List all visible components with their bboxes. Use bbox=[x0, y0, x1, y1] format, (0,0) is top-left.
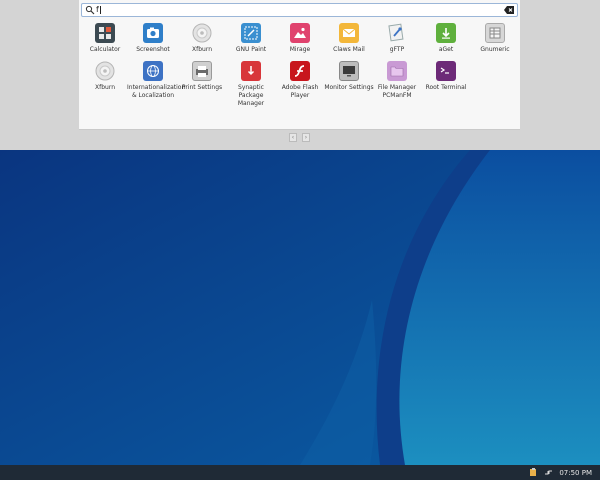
folder-icon bbox=[387, 61, 407, 81]
camera-icon bbox=[143, 23, 163, 43]
taskbar: 07:50 PM bbox=[0, 465, 600, 480]
app-xfburn-2[interactable]: Xfburn bbox=[79, 61, 131, 92]
app-print-settings[interactable]: Print Settings bbox=[176, 61, 228, 92]
app-label: Internationalization & Localization bbox=[127, 84, 186, 99]
app-label: Print Settings bbox=[181, 84, 223, 91]
monitor-icon bbox=[339, 61, 359, 81]
wallpaper-curves bbox=[0, 150, 600, 465]
terminal-icon bbox=[436, 61, 456, 81]
app-monitor-settings[interactable]: Monitor Settings bbox=[323, 61, 375, 92]
app-claws-mail[interactable]: Claws Mail bbox=[323, 23, 375, 54]
app-label: Adobe Flash Player bbox=[281, 84, 319, 99]
search-query-text: f bbox=[96, 5, 101, 14]
search-icon bbox=[85, 5, 95, 15]
app-label: Screenshot bbox=[136, 46, 170, 53]
disc-icon bbox=[192, 23, 212, 43]
image-viewer-icon bbox=[290, 23, 310, 43]
app-gftp[interactable]: gFTP bbox=[371, 23, 423, 54]
ftp-icon bbox=[387, 23, 407, 43]
app-label: Root Terminal bbox=[425, 84, 467, 91]
app-mirage[interactable]: Mirage bbox=[274, 23, 326, 54]
spreadsheet-icon bbox=[485, 23, 505, 43]
app-xfburn[interactable]: Xfburn bbox=[176, 23, 228, 54]
clipboard-icon[interactable] bbox=[529, 468, 538, 477]
app-gnu-paint[interactable]: GNU Paint bbox=[225, 23, 277, 54]
clock[interactable]: 07:50 PM bbox=[559, 469, 592, 477]
previous-page-button[interactable]: ‹ bbox=[289, 133, 297, 142]
app-label: Calculator bbox=[89, 46, 121, 53]
app-label: Mirage bbox=[289, 46, 311, 53]
app-label: Synaptic Package Manager bbox=[237, 84, 265, 107]
paint-icon bbox=[241, 23, 261, 43]
app-calculator[interactable]: Calculator bbox=[79, 23, 131, 54]
flash-icon bbox=[290, 61, 310, 81]
app-label: Monitor Settings bbox=[324, 84, 374, 91]
app-label: Xfburn bbox=[192, 46, 212, 53]
app-label: Claws Mail bbox=[333, 46, 365, 53]
download-icon bbox=[436, 23, 456, 43]
disc-icon bbox=[95, 61, 115, 81]
app-aget[interactable]: aGet bbox=[420, 23, 472, 54]
app-internationalization[interactable]: Internationalization & Localization bbox=[127, 61, 186, 100]
app-label: gFTP bbox=[389, 46, 405, 53]
app-label: Xfburn bbox=[95, 84, 115, 91]
app-screenshot[interactable]: Screenshot bbox=[127, 23, 179, 54]
package-icon bbox=[241, 61, 261, 81]
app-label: Gnumeric bbox=[480, 46, 510, 53]
search-input[interactable]: f bbox=[81, 3, 518, 17]
clear-search-icon[interactable] bbox=[504, 6, 514, 14]
app-label: aGet bbox=[438, 46, 454, 53]
mail-icon bbox=[339, 23, 359, 43]
app-root-terminal[interactable]: Root Terminal bbox=[420, 61, 472, 92]
network-icon[interactable] bbox=[544, 468, 553, 477]
app-gnumeric[interactable]: Gnumeric bbox=[469, 23, 521, 54]
desktop-wallpaper bbox=[0, 150, 600, 465]
globe-icon bbox=[143, 61, 163, 81]
app-label: GNU Paint bbox=[235, 46, 267, 53]
system-tray: 07:50 PM bbox=[529, 465, 600, 480]
app-adobe-flash[interactable]: Adobe Flash Player bbox=[274, 61, 326, 100]
next-page-button[interactable]: › bbox=[302, 133, 310, 142]
calculator-icon bbox=[95, 23, 115, 43]
app-synaptic[interactable]: Synaptic Package Manager bbox=[225, 61, 277, 108]
app-label: File Manager PCManFM bbox=[377, 84, 417, 99]
app-file-manager[interactable]: File Manager PCManFM bbox=[371, 61, 423, 100]
printer-icon bbox=[192, 61, 212, 81]
